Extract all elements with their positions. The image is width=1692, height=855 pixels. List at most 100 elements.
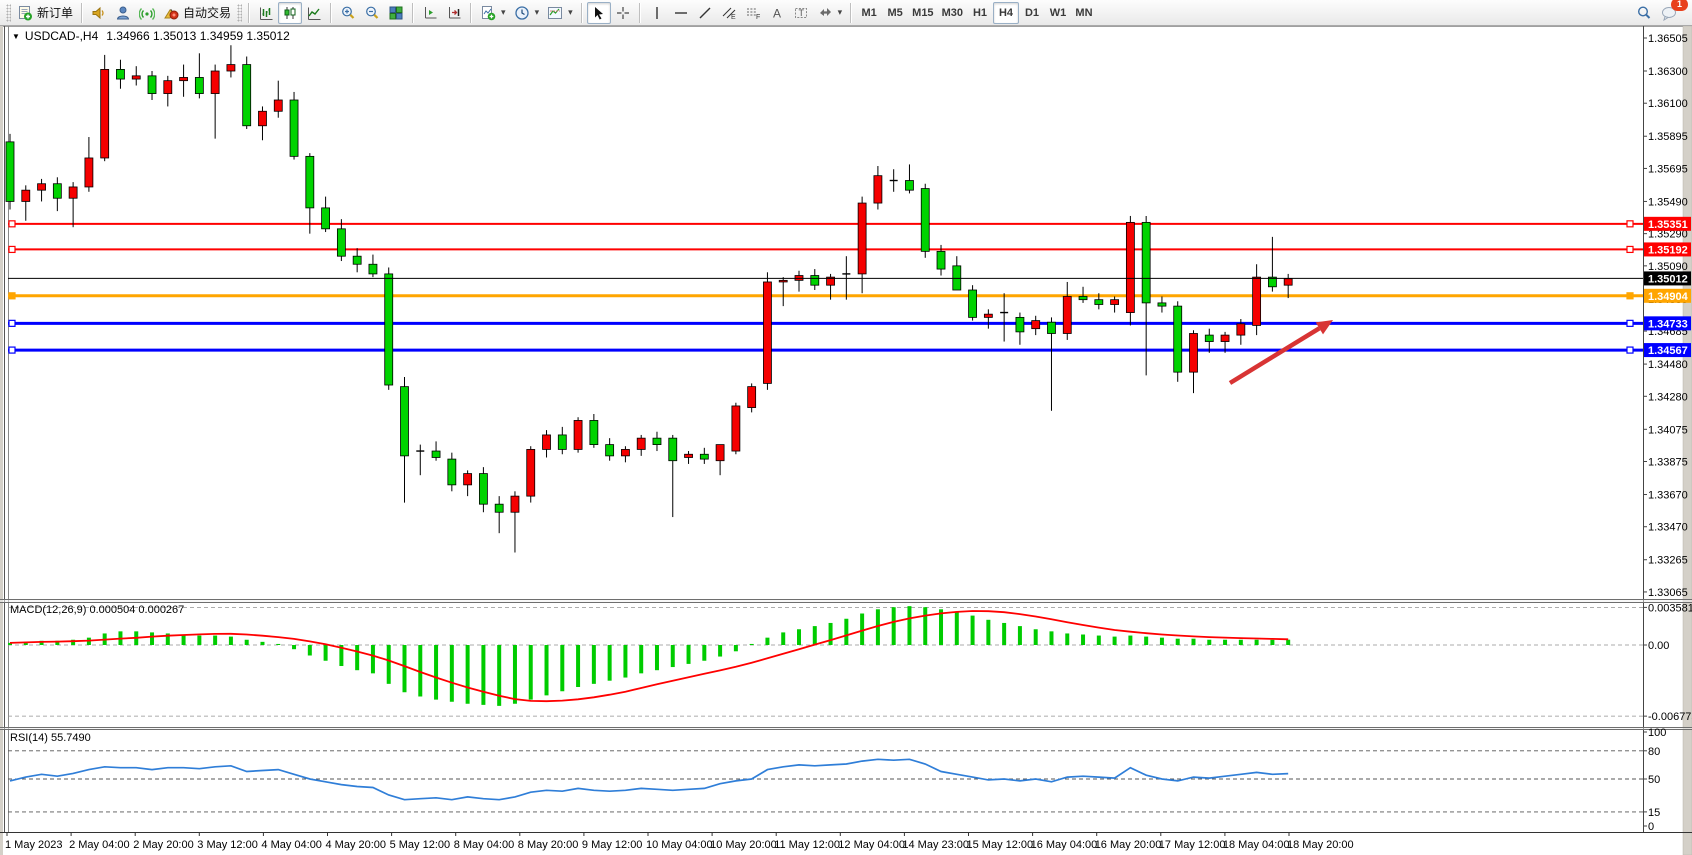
toolbar-grip[interactable] (6, 4, 11, 22)
indicators-icon (480, 5, 496, 21)
tab-timeframe-d1[interactable]: D1 (1019, 2, 1045, 24)
svg-text:-0.006775: -0.006775 (1648, 711, 1692, 723)
svg-text:16 May 04:00: 16 May 04:00 (1031, 839, 1098, 851)
text-button[interactable]: A (765, 2, 789, 24)
svg-text:1.36505: 1.36505 (1648, 33, 1688, 45)
toolbar-grip[interactable] (237, 4, 242, 22)
text-icon: A (769, 5, 785, 21)
equidistant-channel-icon: E (721, 5, 737, 21)
chart-canvas[interactable]: 1.365051.363001.361001.358951.356951.354… (0, 26, 1692, 855)
chart-window[interactable]: 1.365051.363001.361001.358951.356951.354… (0, 26, 1692, 855)
svg-text:80: 80 (1648, 746, 1660, 758)
notification-badge: 1 (1671, 0, 1688, 11)
svg-text:0.003581: 0.003581 (1648, 602, 1692, 614)
tab-timeframe-h1[interactable]: H1 (967, 2, 993, 24)
template-icon (547, 5, 563, 21)
profile-icon (115, 5, 131, 21)
svg-text:9 May 12:00: 9 May 12:00 (582, 839, 643, 851)
svg-text:1.33875: 1.33875 (1648, 457, 1688, 469)
tab-timeframe-mn[interactable]: MN (1071, 2, 1097, 24)
svg-text:1.35351: 1.35351 (1648, 219, 1688, 231)
periods-button[interactable]: ▾ (510, 2, 544, 24)
search-button[interactable] (1632, 2, 1656, 24)
templates-button[interactable]: ▾ (543, 2, 577, 24)
autotrade-label: 自动交易 (183, 4, 231, 21)
svg-text:1.35012: 1.35012 (1648, 273, 1688, 285)
svg-text:1.35695: 1.35695 (1648, 163, 1688, 175)
auto-scroll-icon (422, 5, 438, 21)
search-icon (1636, 5, 1652, 21)
trendline-icon (697, 5, 713, 21)
svg-text:1.33065: 1.33065 (1648, 587, 1688, 599)
toolbar-separator (470, 3, 472, 23)
svg-text:10 May 20:00: 10 May 20:00 (710, 839, 777, 851)
auto-scroll-button[interactable] (418, 2, 442, 24)
fibonacci-button[interactable]: F (741, 2, 765, 24)
svg-text:4 May 04:00: 4 May 04:00 (261, 839, 322, 851)
tile-windows-button[interactable] (384, 2, 408, 24)
arrows-button[interactable]: ▾ (813, 2, 847, 24)
svg-text:11 May 12:00: 11 May 12:00 (774, 839, 840, 851)
svg-text:14 May 23:00: 14 May 23:00 (902, 839, 969, 851)
new-order-button[interactable]: 新订单 (13, 2, 77, 24)
bar-chart-icon (258, 5, 274, 21)
zoom-out-button[interactable] (360, 2, 384, 24)
svg-text:1.34733: 1.34733 (1648, 318, 1688, 330)
svg-text:50: 50 (1648, 774, 1660, 786)
crosshair-button[interactable] (611, 2, 635, 24)
trendline-button[interactable] (693, 2, 717, 24)
tab-timeframe-h4[interactable]: H4 (993, 2, 1019, 24)
svg-text:1.33670: 1.33670 (1648, 490, 1688, 502)
svg-text:3 May 12:00: 3 May 12:00 (197, 839, 258, 851)
indicators-button[interactable]: ▾ (476, 2, 510, 24)
tab-timeframe-m30[interactable]: M30 (938, 2, 967, 24)
svg-text:16 May 20:00: 16 May 20:00 (1095, 839, 1162, 851)
candlesticks-icon (282, 5, 298, 21)
text-label-button[interactable]: T (789, 2, 813, 24)
zoom-in-icon (340, 5, 356, 21)
candlesticks-button[interactable] (278, 2, 302, 24)
signal-button[interactable] (135, 2, 159, 24)
svg-text:18 May 04:00: 18 May 04:00 (1223, 839, 1290, 851)
zoom-in-button[interactable] (336, 2, 360, 24)
svg-text:17 May 12:00: 17 May 12:00 (1159, 839, 1226, 851)
autotrade-button[interactable]: 自动交易 (159, 2, 235, 24)
chevron-down-icon: ▾ (535, 7, 540, 18)
tab-timeframe-w1[interactable]: W1 (1045, 2, 1071, 24)
svg-text:1.36100: 1.36100 (1648, 98, 1688, 110)
svg-text:1 May 2023: 1 May 2023 (5, 839, 62, 851)
horizontal-line-icon (673, 5, 689, 21)
horizontal-line-button[interactable] (669, 2, 693, 24)
mt4-window: 新订单 自动交易 (0, 0, 1692, 855)
line-chart-button[interactable] (302, 2, 326, 24)
svg-text:1.35490: 1.35490 (1648, 196, 1688, 208)
svg-text:8 May 20:00: 8 May 20:00 (518, 839, 579, 851)
new-order-label: 新订单 (37, 4, 73, 21)
tab-timeframe-m15[interactable]: M15 (908, 2, 937, 24)
cursor-button[interactable] (587, 2, 611, 24)
signal-icon (139, 5, 155, 21)
speaker-icon (91, 5, 107, 21)
svg-text:1.33265: 1.33265 (1648, 555, 1688, 567)
chart-shift-button[interactable] (442, 2, 466, 24)
toolbar-separator (248, 3, 250, 23)
fibonacci-icon: F (745, 5, 761, 21)
svg-text:T: T (798, 8, 804, 18)
tab-timeframe-m5[interactable]: M5 (882, 2, 908, 24)
bar-chart-button[interactable] (254, 2, 278, 24)
svg-text:1.34567: 1.34567 (1648, 345, 1688, 357)
accounts-button[interactable] (111, 2, 135, 24)
svg-text:2 May 20:00: 2 May 20:00 (133, 839, 194, 851)
svg-text:1.36300: 1.36300 (1648, 66, 1688, 78)
equidistant-channel-button[interactable]: E (717, 2, 741, 24)
vertical-line-icon (649, 5, 665, 21)
alerts-button[interactable] (87, 2, 111, 24)
svg-text:1.35192: 1.35192 (1648, 244, 1688, 256)
line-chart-icon (306, 5, 322, 21)
tab-timeframe-m1[interactable]: M1 (856, 2, 882, 24)
svg-text:0: 0 (1648, 821, 1654, 833)
toolbar-separator (639, 3, 641, 23)
svg-text:A: A (773, 6, 781, 20)
chevron-down-icon: ▾ (838, 7, 843, 18)
vertical-line-button[interactable] (645, 2, 669, 24)
